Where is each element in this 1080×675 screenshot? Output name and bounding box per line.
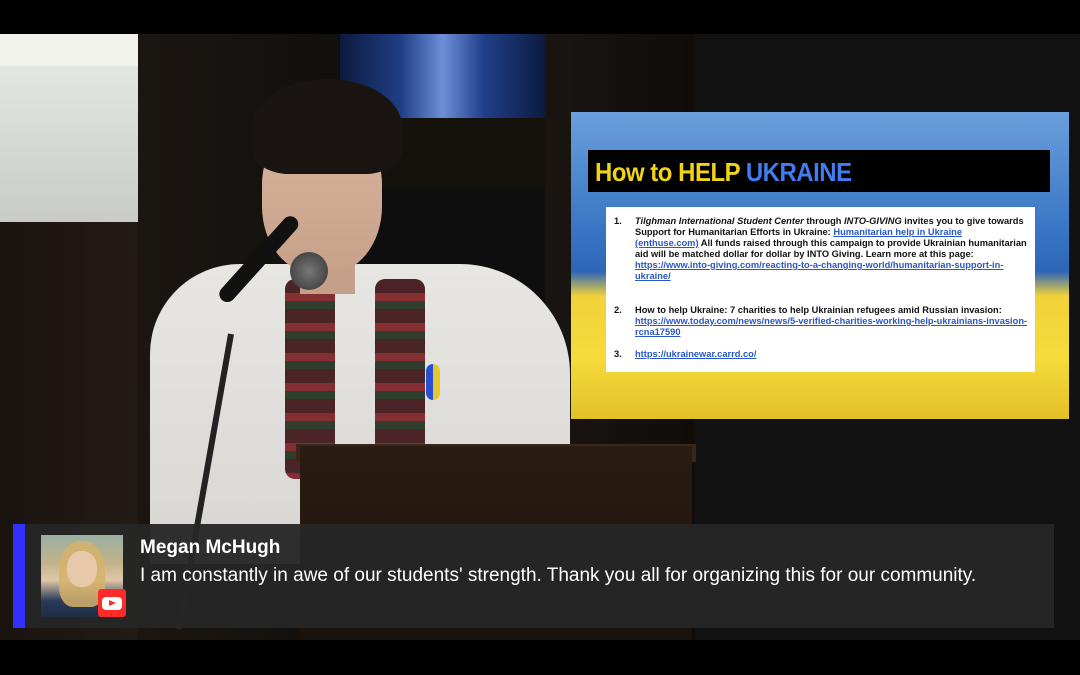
slide-link[interactable]: https://www.today.com/news/news/5-verifi… bbox=[635, 316, 1027, 337]
slide-title-part2: UKRAINE bbox=[745, 157, 852, 187]
avatar-face bbox=[67, 551, 97, 587]
platform-name: INTO-GIVING bbox=[844, 216, 902, 226]
slide-item-text: https://ukrainewar.carrd.co/ bbox=[635, 349, 1028, 360]
ribbon-pin bbox=[426, 364, 440, 400]
slide-text-fragment: How to help Ukraine: 7 charities to help… bbox=[635, 305, 1002, 315]
slide-overlay: How to HELP UKRAINE 1. Tilghman Internat… bbox=[571, 112, 1069, 419]
slide-title-part1: How to HELP bbox=[595, 157, 746, 187]
slide-link[interactable]: https://www.into-giving.com/reacting-to-… bbox=[635, 260, 1003, 281]
video-frame: How to HELP UKRAINE 1. Tilghman Internat… bbox=[0, 0, 1080, 675]
comment-author: Megan McHugh bbox=[140, 537, 281, 558]
projection-screen-top bbox=[0, 34, 138, 66]
slide-item-number: 1. bbox=[614, 216, 622, 226]
slide-text-fragment: through bbox=[803, 216, 845, 226]
banner-accent-bar bbox=[13, 524, 25, 628]
slide-item-number: 3. bbox=[614, 349, 622, 359]
comment-message: I am constantly in awe of our students' … bbox=[140, 565, 977, 586]
youtube-icon bbox=[98, 589, 126, 617]
speaker-hair bbox=[252, 79, 402, 174]
slide-item-text: Tilghman International Student Center th… bbox=[635, 216, 1028, 282]
slide-item-number: 2. bbox=[614, 305, 622, 315]
microphone-head bbox=[290, 252, 328, 290]
slide-link[interactable]: https://ukrainewar.carrd.co/ bbox=[635, 349, 756, 359]
slide-item-text: How to help Ukraine: 7 charities to help… bbox=[635, 305, 1028, 338]
play-icon bbox=[102, 597, 122, 610]
chat-comment-banner: Megan McHugh I am constantly in awe of o… bbox=[13, 524, 1054, 628]
org-name: Tilghman International Student Center bbox=[635, 216, 804, 226]
slide-title: How to HELP UKRAINE bbox=[595, 157, 852, 187]
slide-content-card: 1. Tilghman International Student Center… bbox=[606, 207, 1035, 372]
